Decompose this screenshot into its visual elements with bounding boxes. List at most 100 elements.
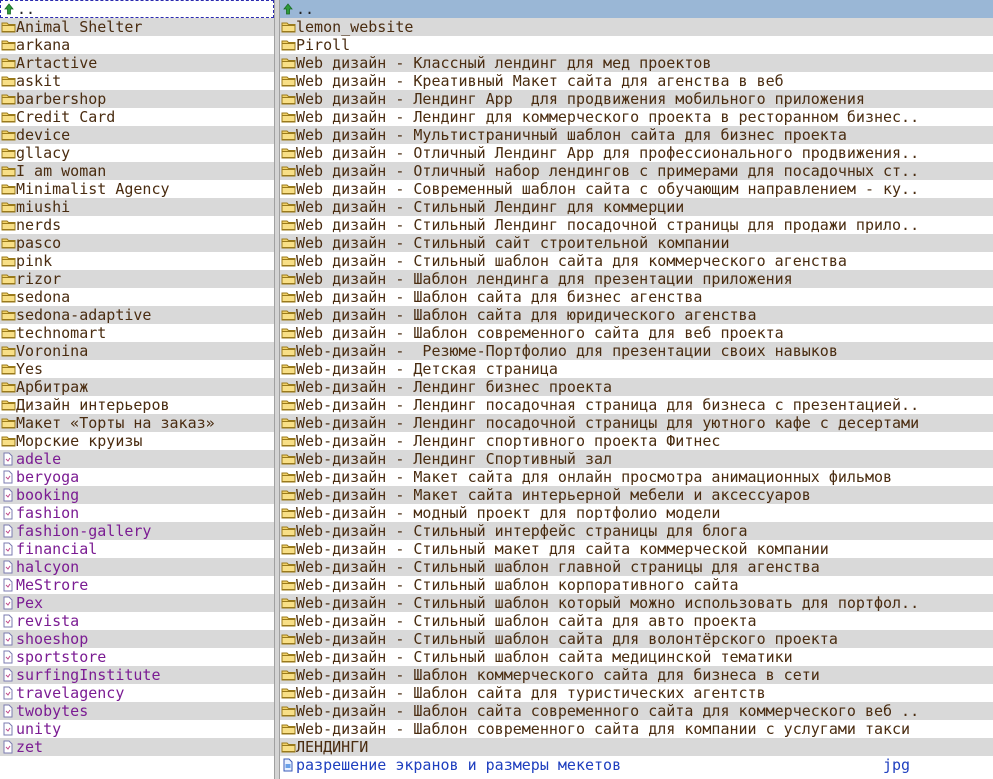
folder-row[interactable]: Web дизайн - Современный шаблон сайта с …: [280, 180, 993, 198]
folder-row[interactable]: Web-дизайн - Детская страница: [280, 360, 993, 378]
file-row[interactable]: surfingInstitute: [0, 666, 274, 684]
folder-row[interactable]: Web-дизайн - Стильный макет для сайта ко…: [280, 540, 993, 558]
folder-row[interactable]: sedona-adaptive: [0, 306, 274, 324]
folder-row[interactable]: Credit Card: [0, 108, 274, 126]
folder-row[interactable]: Web-дизайн - Резюме-Портфолио для презен…: [280, 342, 993, 360]
folder-icon: [280, 306, 296, 324]
folder-icon: [280, 468, 296, 486]
folder-row[interactable]: Web-дизайн - Стильный шаблон главной стр…: [280, 558, 993, 576]
folder-row[interactable]: Piroll: [280, 36, 993, 54]
parent-directory-row[interactable]: ..: [0, 0, 274, 18]
folder-row[interactable]: Арбитраж: [0, 378, 274, 396]
folder-row[interactable]: Minimalist Agency: [0, 180, 274, 198]
folder-row[interactable]: pasco: [0, 234, 274, 252]
folder-row[interactable]: Web дизайн - Мультистраничный шаблон сай…: [280, 126, 993, 144]
folder-row[interactable]: Web дизайн - Стильный шаблон сайта для к…: [280, 252, 993, 270]
folder-row[interactable]: Web-дизайн - Лендинг спортивного проекта…: [280, 432, 993, 450]
folder-row[interactable]: Web-дизайн - Шаблон современного сайта д…: [280, 720, 993, 738]
folder-icon: [280, 180, 296, 198]
folder-row[interactable]: Web-дизайн - Стильный шаблон который мож…: [280, 594, 993, 612]
folder-row[interactable]: Web-дизайн - Стильный шаблон сайта для а…: [280, 612, 993, 630]
folder-icon: [0, 252, 16, 270]
folder-row[interactable]: Web дизайн - Шаблон современного сайта д…: [280, 324, 993, 342]
file-row[interactable]: booking: [0, 486, 274, 504]
folder-row[interactable]: miushi: [0, 198, 274, 216]
folder-row[interactable]: Web дизайн - Стильный Лендинг посадочной…: [280, 216, 993, 234]
file-row[interactable]: unity: [0, 720, 274, 738]
file-row[interactable]: beryoga: [0, 468, 274, 486]
folder-row[interactable]: Web-дизайн - Лендинг посадочная страница…: [280, 396, 993, 414]
folder-row[interactable]: Web-дизайн - Шаблон сайта современного с…: [280, 702, 993, 720]
entry-name: Artactive: [16, 54, 98, 72]
folder-row[interactable]: Web дизайн - Классный лендинг для мед пр…: [280, 54, 993, 72]
folder-row[interactable]: rizor: [0, 270, 274, 288]
folder-row[interactable]: Artactive: [0, 54, 274, 72]
up-arrow-icon: [280, 0, 296, 18]
file-row[interactable]: travelagency: [0, 684, 274, 702]
folder-row[interactable]: Морские круизы: [0, 432, 274, 450]
entry-name: Web-дизайн - Стильный интерфейс страницы…: [296, 522, 748, 540]
file-row[interactable]: adele: [0, 450, 274, 468]
folder-row[interactable]: Дизайн интерьеров: [0, 396, 274, 414]
folder-row[interactable]: Web дизайн - Лендинг для коммерческого п…: [280, 108, 993, 126]
file-row[interactable]: fashion-gallery: [0, 522, 274, 540]
folder-row[interactable]: askit: [0, 72, 274, 90]
entry-name: zet: [16, 738, 44, 756]
folder-row[interactable]: sedona: [0, 288, 274, 306]
folder-row[interactable]: Web дизайн - Отличный Лендинг App для пр…: [280, 144, 993, 162]
folder-row[interactable]: device: [0, 126, 274, 144]
folder-row[interactable]: Web-дизайн - Макет сайта для онлайн прос…: [280, 468, 993, 486]
folder-row[interactable]: gllacy: [0, 144, 274, 162]
left-file-panel[interactable]: .. Animal Shelter arkana Artactive askit barb…: [0, 0, 274, 779]
folder-row[interactable]: pink: [0, 252, 274, 270]
folder-row[interactable]: Web-дизайн - Стильный шаблон сайта для в…: [280, 630, 993, 648]
folder-row[interactable]: Animal Shelter: [0, 18, 274, 36]
folder-row[interactable]: arkana: [0, 36, 274, 54]
entry-name: Web-дизайн - Шаблон сайта современного с…: [296, 702, 920, 720]
folder-row[interactable]: Web-дизайн - Стильный шаблон корпоративн…: [280, 576, 993, 594]
folder-row[interactable]: I am woman: [0, 162, 274, 180]
file-row[interactable]: halcyon: [0, 558, 274, 576]
folder-row[interactable]: Voronina: [0, 342, 274, 360]
folder-row[interactable]: Web-дизайн - Стильный интерфейс страницы…: [280, 522, 993, 540]
folder-row[interactable]: Web-дизайн - Шаблон коммерческого сайта …: [280, 666, 993, 684]
file-row[interactable]: financial: [0, 540, 274, 558]
file-row[interactable]: MeStrore: [0, 576, 274, 594]
folder-row[interactable]: Web дизайн - Стильный Лендинг для коммер…: [280, 198, 993, 216]
file-row[interactable]: zet: [0, 738, 274, 756]
folder-icon: [280, 252, 296, 270]
file-row[interactable]: разрешение экранов и размеры мекетов jpg: [280, 756, 993, 774]
folder-icon: [280, 612, 296, 630]
right-file-panel[interactable]: .. lemon_website Piroll Web дизайн - Классн…: [280, 0, 993, 779]
folder-row[interactable]: ЛЕНДИНГИ: [280, 738, 993, 756]
folder-row[interactable]: nerds: [0, 216, 274, 234]
folder-row[interactable]: Web дизайн - Шаблон сайта для бизнес аге…: [280, 288, 993, 306]
folder-row[interactable]: Web-дизайн - Стильный шаблон сайта медиц…: [280, 648, 993, 666]
folder-row[interactable]: Web дизайн - Лендинг App для продвижения…: [280, 90, 993, 108]
folder-row[interactable]: Web-дизайн - Шаблон сайта для туристичес…: [280, 684, 993, 702]
folder-row[interactable]: Web-дизайн - Лендинг посадочной страницы…: [280, 414, 993, 432]
folder-row[interactable]: Web-дизайн - Макет сайта интерьерной меб…: [280, 486, 993, 504]
folder-row[interactable]: Web-дизайн - Лендинг Спортивный зал: [280, 450, 993, 468]
folder-row[interactable]: Web дизайн - Шаблон сайта для юридическо…: [280, 306, 993, 324]
folder-row[interactable]: technomart: [0, 324, 274, 342]
file-row[interactable]: shoeshop: [0, 630, 274, 648]
folder-row[interactable]: barbershop: [0, 90, 274, 108]
entry-name: surfingInstitute: [16, 666, 161, 684]
file-row[interactable]: sportstore: [0, 648, 274, 666]
file-row[interactable]: fashion: [0, 504, 274, 522]
folder-row[interactable]: Макет «Торты на заказ»: [0, 414, 274, 432]
folder-row[interactable]: Web-дизайн - Лендинг бизнес проекта: [280, 378, 993, 396]
file-row[interactable]: Pex: [0, 594, 274, 612]
file-row[interactable]: twobytes: [0, 702, 274, 720]
folder-row[interactable]: Yes: [0, 360, 274, 378]
entry-name: Web-дизайн - Макет сайта для онлайн прос…: [296, 468, 893, 486]
folder-row[interactable]: Web-дизайн - модный проект для портфолио…: [280, 504, 993, 522]
folder-row[interactable]: lemon_website: [280, 18, 993, 36]
folder-row[interactable]: Web дизайн - Стильный сайт строительной …: [280, 234, 993, 252]
folder-row[interactable]: Web дизайн - Креативный Макет сайта для …: [280, 72, 993, 90]
folder-row[interactable]: Web дизайн - Шаблон лендинга для презент…: [280, 270, 993, 288]
folder-row[interactable]: Web дизайн - Отличный набор лендингов с …: [280, 162, 993, 180]
parent-directory-row[interactable]: ..: [280, 0, 993, 18]
file-row[interactable]: revista: [0, 612, 274, 630]
